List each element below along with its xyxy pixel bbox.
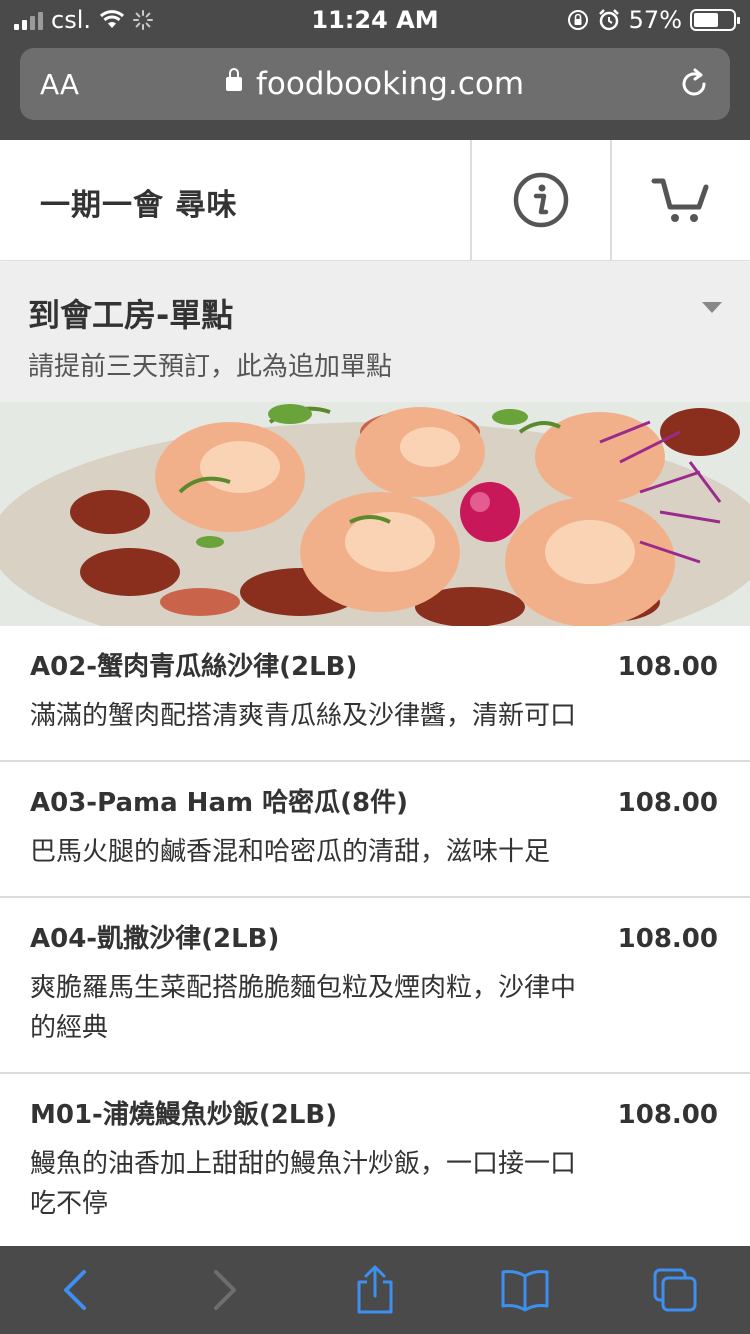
- forward-button[interactable]: [195, 1260, 255, 1320]
- url-display[interactable]: foodbooking.com: [20, 66, 730, 102]
- menu-item-name: A04-凱撒沙律(2LB): [30, 924, 280, 954]
- menu-item-price: 108.00: [617, 788, 718, 818]
- category-subtitle: 請提前三天預訂，此為追加單點: [28, 352, 393, 382]
- menu-item-price: 108.00: [617, 924, 718, 954]
- menu-item[interactable]: A02-蟹肉青瓜絲沙律(2LB) 滿滿的蟹肉配搭清爽青瓜絲及沙律醬，清新可口 1…: [0, 626, 750, 762]
- menu-item[interactable]: A03-Pama Ham 哈密瓜(8件) 巴馬火腿的鹹香混和哈密瓜的清甜，滋味十…: [0, 762, 750, 898]
- lock-icon: [225, 67, 242, 91]
- food-photo: [0, 402, 750, 626]
- browser-top-bar: AA foodbooking.com: [0, 40, 750, 140]
- bookmarks-button[interactable]: [495, 1260, 555, 1320]
- menu-list: A02-蟹肉青瓜絲沙律(2LB) 滿滿的蟹肉配搭清爽青瓜絲及沙律醬，清新可口 1…: [0, 626, 750, 1250]
- tabs-button[interactable]: [645, 1260, 705, 1320]
- share-button[interactable]: [345, 1260, 405, 1320]
- app-header: 一期一會 尋味: [0, 140, 750, 261]
- share-icon: [357, 1265, 393, 1314]
- chevron-right-icon: [214, 1270, 236, 1310]
- menu-item-name: A02-蟹肉青瓜絲沙律(2LB): [30, 652, 358, 682]
- battery-icon: [690, 9, 740, 31]
- alarm-icon: [598, 9, 619, 31]
- category-header[interactable]: 到會工房-單點 請提前三天預訂，此為追加單點: [0, 262, 750, 402]
- menu-item-name: A03-Pama Ham 哈密瓜(8件): [30, 788, 408, 818]
- back-button[interactable]: [45, 1260, 105, 1320]
- cart-button[interactable]: [610, 140, 749, 260]
- info-button[interactable]: [470, 140, 609, 260]
- browser-toolbar: [0, 1246, 750, 1334]
- menu-item-price: 108.00: [617, 1100, 718, 1130]
- chevron-left-icon: [64, 1270, 86, 1310]
- info-icon: [513, 172, 568, 228]
- menu-item-name: M01-浦燒鰻魚炒飯(2LB): [30, 1100, 338, 1130]
- menu-item-description: 爽脆羅馬生菜配搭脆脆麵包粒及煙肉粒，沙律中的經典: [30, 973, 577, 1043]
- cart-icon: [651, 178, 708, 222]
- book-icon: [501, 1270, 549, 1312]
- menu-item-description: 滿滿的蟹肉配搭清爽青瓜絲及沙律醬，清新可口: [30, 701, 577, 731]
- status-bar: csl. 11:24 AM 57%: [0, 0, 750, 40]
- address-bar[interactable]: AA foodbooking.com: [20, 48, 730, 120]
- category-hero-image: [0, 402, 750, 626]
- restaurant-title: 一期一會 尋味: [40, 188, 238, 223]
- menu-item[interactable]: A04-凱撒沙律(2LB) 爽脆羅馬生菜配搭脆脆麵包粒及煙肉粒，沙律中的經典 1…: [0, 898, 750, 1074]
- category-title: 到會工房-單點: [28, 296, 234, 334]
- orientation-lock-icon: [567, 10, 588, 30]
- status-right: 57%: [567, 6, 740, 34]
- chevron-down-icon[interactable]: [702, 302, 722, 313]
- domain-text: foodbooking.com: [255, 66, 525, 102]
- menu-item-price: 108.00: [617, 652, 718, 682]
- menu-item-description: 巴馬火腿的鹹香混和哈密瓜的清甜，滋味十足: [30, 837, 551, 867]
- menu-item-description: 鰻魚的油香加上甜甜的鰻魚汁炒飯，一口接一口吃不停: [30, 1149, 577, 1219]
- menu-item[interactable]: M01-浦燒鰻魚炒飯(2LB) 鰻魚的油香加上甜甜的鰻魚汁炒飯，一口接一口吃不停…: [0, 1074, 750, 1250]
- tabs-icon: [653, 1268, 697, 1312]
- reload-icon[interactable]: [676, 66, 712, 102]
- battery-percent: 57%: [628, 6, 682, 34]
